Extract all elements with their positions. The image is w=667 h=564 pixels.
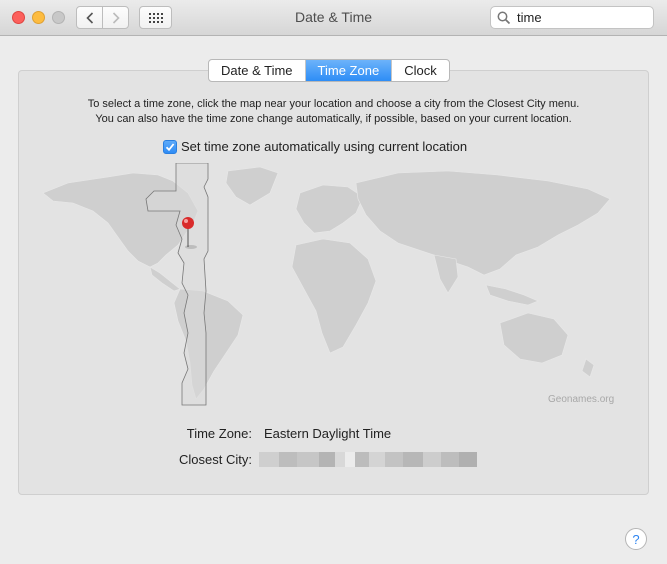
- timezone-label: Time Zone:: [186, 426, 252, 441]
- search-icon: [497, 11, 511, 24]
- title-bar: Date & Time time: [0, 0, 667, 36]
- greenland-landmass: [225, 166, 279, 206]
- auto-timezone-checkbox[interactable]: [163, 139, 177, 154]
- auto-timezone-label[interactable]: Set time zone automatically using curren…: [181, 139, 467, 154]
- tab-time-zone[interactable]: Time Zone: [305, 60, 393, 81]
- new-zealand-landmass: [581, 358, 595, 378]
- world-map[interactable]: [38, 163, 630, 413]
- map-credit: Geonames.org: [548, 394, 615, 405]
- closest-city-label: Closest City:: [179, 452, 252, 467]
- instructions-line-1: To select a time zone, click the map nea…: [87, 98, 580, 110]
- australia-landmass: [499, 312, 569, 364]
- tab-bar: Date & Time Time Zone Clock: [208, 59, 450, 82]
- help-button[interactable]: ?: [625, 528, 647, 550]
- instructions-line-2: You can also have the time zone change a…: [95, 113, 572, 125]
- asia-landmass: [355, 170, 611, 276]
- closest-city-value-redacted[interactable]: [259, 452, 477, 467]
- instructions-text: To select a time zone, click the map nea…: [30, 97, 637, 127]
- auto-timezone-row[interactable]: Set time zone automatically using curren…: [163, 139, 467, 154]
- tab-clock[interactable]: Clock: [392, 60, 449, 81]
- india-landmass: [433, 254, 459, 294]
- southeast-asia-islands: [485, 284, 539, 306]
- selected-timezone-band: [145, 163, 209, 406]
- central-america-landmass: [149, 266, 181, 292]
- checkmark-icon: [165, 142, 175, 151]
- africa-landmass: [291, 238, 377, 354]
- europe-landmass: [295, 184, 364, 234]
- search-field[interactable]: time: [490, 6, 654, 29]
- search-input[interactable]: time: [517, 10, 542, 25]
- tab-date-time[interactable]: Date & Time: [209, 60, 306, 81]
- timezone-value: Eastern Daylight Time: [264, 426, 392, 441]
- north-america-landmass: [42, 172, 199, 268]
